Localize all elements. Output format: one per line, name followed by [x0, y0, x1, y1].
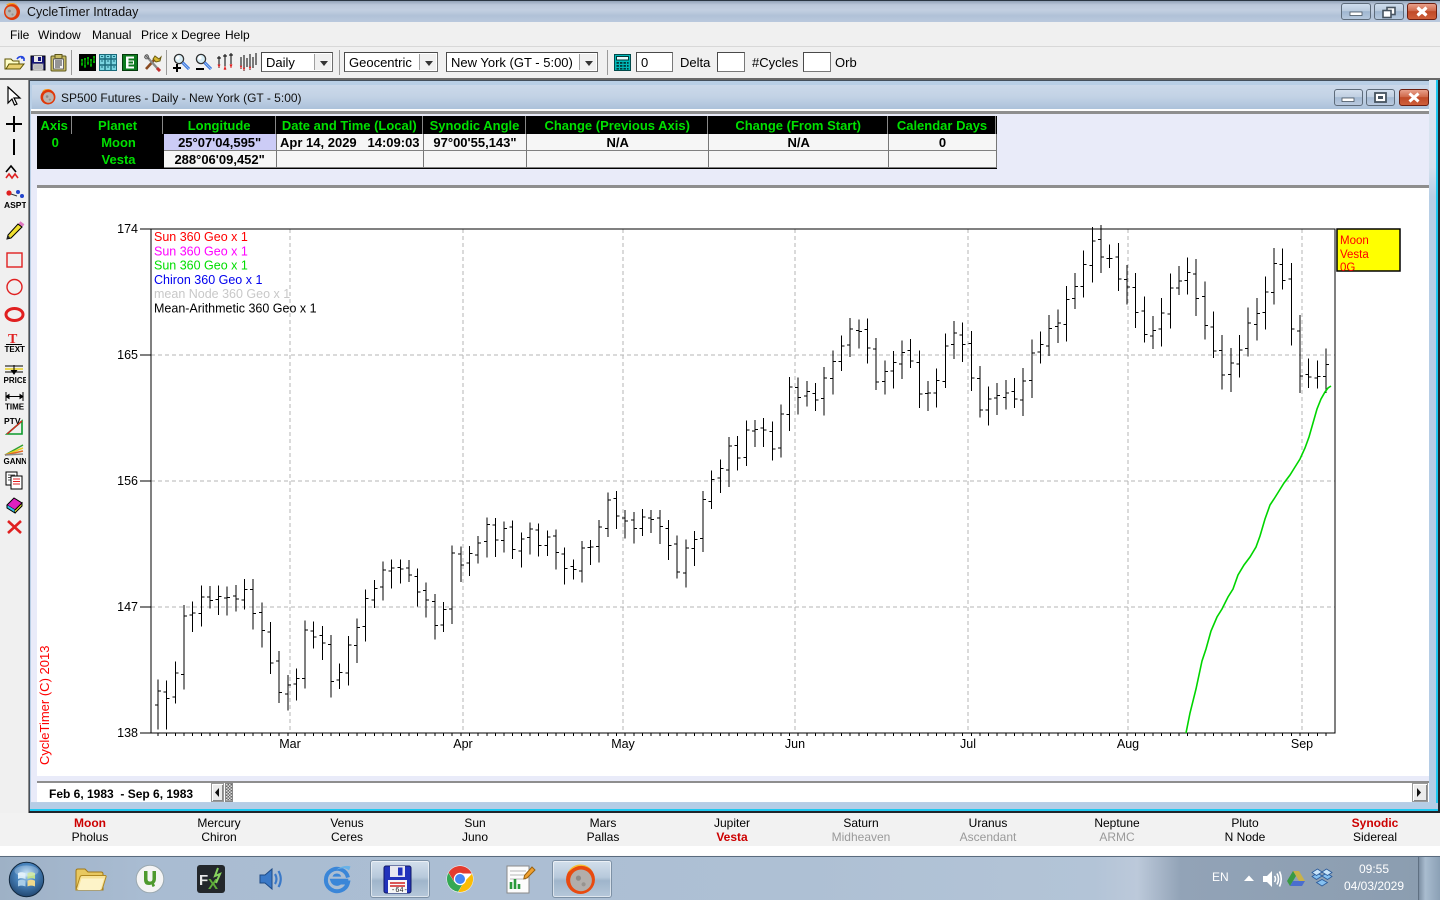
- svg-text:Moon: Moon: [1340, 235, 1369, 247]
- svg-text:TIME: TIME: [5, 403, 25, 412]
- svg-text:156: 156: [117, 474, 138, 488]
- svg-text:Apr: Apr: [453, 737, 472, 751]
- svg-text:-64-: -64-: [391, 887, 408, 895]
- svg-text:Mar: Mar: [279, 737, 301, 751]
- svg-text:F: F: [199, 872, 208, 889]
- svg-text:165: 165: [117, 348, 138, 362]
- svg-text:Sun 360 Geo x 1: Sun 360 Geo x 1: [154, 259, 248, 273]
- svg-text:Vesta: Vesta: [1340, 249, 1369, 261]
- svg-text:Jul: Jul: [960, 737, 976, 751]
- svg-text:GANN: GANN: [4, 457, 27, 465]
- svg-text:X: X: [208, 876, 218, 893]
- svg-text:138: 138: [117, 726, 138, 740]
- svg-text:mean Node 360 Geo x 1: mean Node 360 Geo x 1: [154, 287, 290, 301]
- svg-text:ASPT: ASPT: [4, 200, 26, 210]
- svg-text:Mean-Arithmetic 360 Geo x 1: Mean-Arithmetic 360 Geo x 1: [154, 302, 317, 316]
- svg-text:Sun 360 Geo x 1: Sun 360 Geo x 1: [154, 230, 248, 244]
- svg-text:PRICE: PRICE: [4, 376, 27, 385]
- svg-text:Sep: Sep: [1291, 737, 1313, 751]
- svg-text:174: 174: [117, 222, 138, 236]
- svg-text:147: 147: [117, 600, 138, 614]
- svg-text:Chiron 360 Geo x 1: Chiron 360 Geo x 1: [154, 273, 262, 287]
- svg-text:Jun: Jun: [785, 737, 805, 751]
- svg-text:Aug: Aug: [1117, 737, 1139, 751]
- svg-text:May: May: [611, 737, 635, 751]
- svg-text:TEXT: TEXT: [5, 345, 26, 353]
- svg-text:Sun 360 Geo x 1: Sun 360 Geo x 1: [154, 244, 248, 258]
- svg-text:0G: 0G: [1340, 262, 1355, 274]
